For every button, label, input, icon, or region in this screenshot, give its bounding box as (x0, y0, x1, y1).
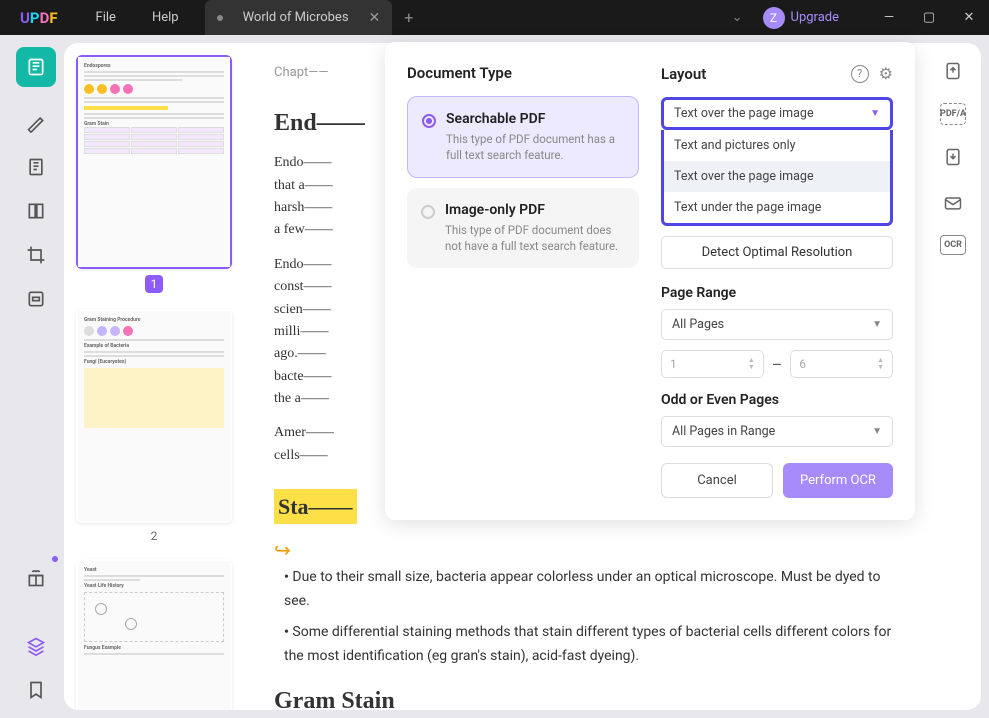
pagerange-value: All Pages (672, 317, 724, 332)
doctype-title: Document Type (407, 64, 512, 82)
annotation-arrow-icon: ↪ (274, 534, 895, 566)
doc-heading-gram: Gram Stain (274, 682, 895, 710)
pdfa-icon[interactable]: PDF/A (940, 103, 966, 125)
help-icon[interactable]: ? (851, 65, 869, 83)
cancel-button[interactable]: Cancel (661, 463, 773, 498)
menu-file[interactable]: File (78, 10, 134, 25)
caret-down-icon: ▼ (872, 426, 882, 437)
oddeven-select[interactable]: All Pages in Range ▼ (661, 416, 893, 447)
range-from-input[interactable]: 1▲▼ (661, 350, 764, 378)
doctype-searchable-desc: This type of PDF document has a full tex… (446, 131, 624, 163)
doc-highlight: Sta—— (274, 489, 357, 524)
detect-resolution-button[interactable]: Detect Optimal Resolution (661, 236, 893, 269)
tab-close-icon[interactable]: ✕ (369, 10, 381, 26)
oddeven-value: All Pages in Range (672, 424, 775, 439)
settings-gear-icon[interactable]: ⚙ (879, 64, 893, 83)
ocr-icon[interactable]: OCR (940, 235, 966, 255)
doctype-imageonly-option[interactable]: Image-only PDF This type of PDF document… (407, 188, 639, 268)
layout-select[interactable]: Text over the page image ▼ (661, 97, 893, 130)
tabs-chevron-icon[interactable]: ⌄ (732, 10, 743, 25)
layout-dropdown: Text and pictures only Text over the pag… (661, 130, 893, 226)
pagerange-select[interactable]: All Pages ▼ (661, 309, 893, 340)
titlebar: UPDF File Help World of Microbes ✕ + ⌄ Z… (0, 0, 989, 35)
layout-title: Layout (661, 65, 706, 83)
left-toolbar (8, 43, 64, 710)
caret-down-icon: ▼ (870, 108, 880, 119)
doctype-imageonly-desc: This type of PDF document does not have … (445, 222, 625, 254)
doctype-searchable-label: Searchable PDF (446, 111, 624, 127)
doc-list-item: • Due to their small size, bacteria appe… (284, 566, 895, 613)
layout-option-text-under[interactable]: Text under the page image (664, 192, 890, 223)
crop-tool[interactable] (16, 235, 56, 275)
perform-ocr-button[interactable]: Perform OCR (783, 463, 893, 498)
ocr-panel: Document Type Searchable PDF This type o… (385, 42, 915, 520)
app-logo: UPDF (0, 9, 78, 27)
save-file-icon[interactable] (939, 143, 967, 171)
layout-select-value: Text over the page image (674, 106, 814, 121)
doctype-searchable-option[interactable]: Searchable PDF This type of PDF document… (407, 96, 639, 178)
reader-tool[interactable] (16, 47, 56, 87)
redact-tool[interactable] (16, 279, 56, 319)
oddeven-title: Odd or Even Pages (661, 392, 893, 408)
radio-unchecked-icon (421, 205, 435, 219)
doctype-imageonly-label: Image-only PDF (445, 202, 625, 218)
document-tab[interactable]: World of Microbes ✕ (205, 0, 393, 35)
caret-down-icon: ▼ (872, 319, 882, 330)
layout-option-text-pictures[interactable]: Text and pictures only (664, 130, 890, 161)
range-to-input[interactable]: 6▲▼ (790, 350, 893, 378)
window-maximize-button[interactable]: ▢ (909, 0, 949, 35)
new-tab-button[interactable]: + (404, 8, 413, 27)
edit-tool[interactable] (16, 147, 56, 187)
thumbnail-panel: Endospores Gram Stain 1 Gram Staining Pr… (64, 43, 244, 710)
thumbnail-page-3[interactable]: Yeast Yeast Life History Fungus Example (76, 559, 232, 710)
upgrade-button[interactable]: Z Upgrade (763, 7, 839, 29)
upgrade-label: Upgrade (791, 10, 839, 25)
bookmark-tool[interactable] (16, 670, 56, 710)
thumbnail-2-number: 2 (76, 529, 232, 543)
tab-modified-dot-icon (217, 15, 223, 21)
thumbnail-1-number: 1 (145, 275, 163, 293)
thumbnail-page-2[interactable]: Gram Staining Procedure Example of Bacte… (76, 309, 232, 523)
thumbnail-page-1[interactable]: Endospores Gram Stain (76, 55, 232, 269)
tab-title: World of Microbes (243, 10, 349, 25)
organize-tool[interactable] (16, 191, 56, 231)
pagerange-title: Page Range (661, 285, 893, 301)
gift-tool[interactable] (16, 558, 56, 598)
right-toolbar: PDF/A OCR (925, 43, 981, 710)
range-dash: – (772, 355, 783, 374)
layers-tool[interactable] (16, 626, 56, 666)
user-avatar-icon: Z (763, 7, 785, 29)
radio-checked-icon (422, 114, 436, 128)
doc-list-item: • Some differential staining methods tha… (284, 621, 895, 668)
window-minimize-button[interactable]: — (869, 0, 909, 35)
export-file-icon[interactable] (939, 57, 967, 85)
comment-tool[interactable] (16, 103, 56, 143)
window-close-button[interactable]: ✕ (949, 0, 989, 35)
mail-icon[interactable] (939, 189, 967, 217)
menu-help[interactable]: Help (134, 10, 197, 25)
layout-option-text-over[interactable]: Text over the page image (664, 161, 890, 192)
